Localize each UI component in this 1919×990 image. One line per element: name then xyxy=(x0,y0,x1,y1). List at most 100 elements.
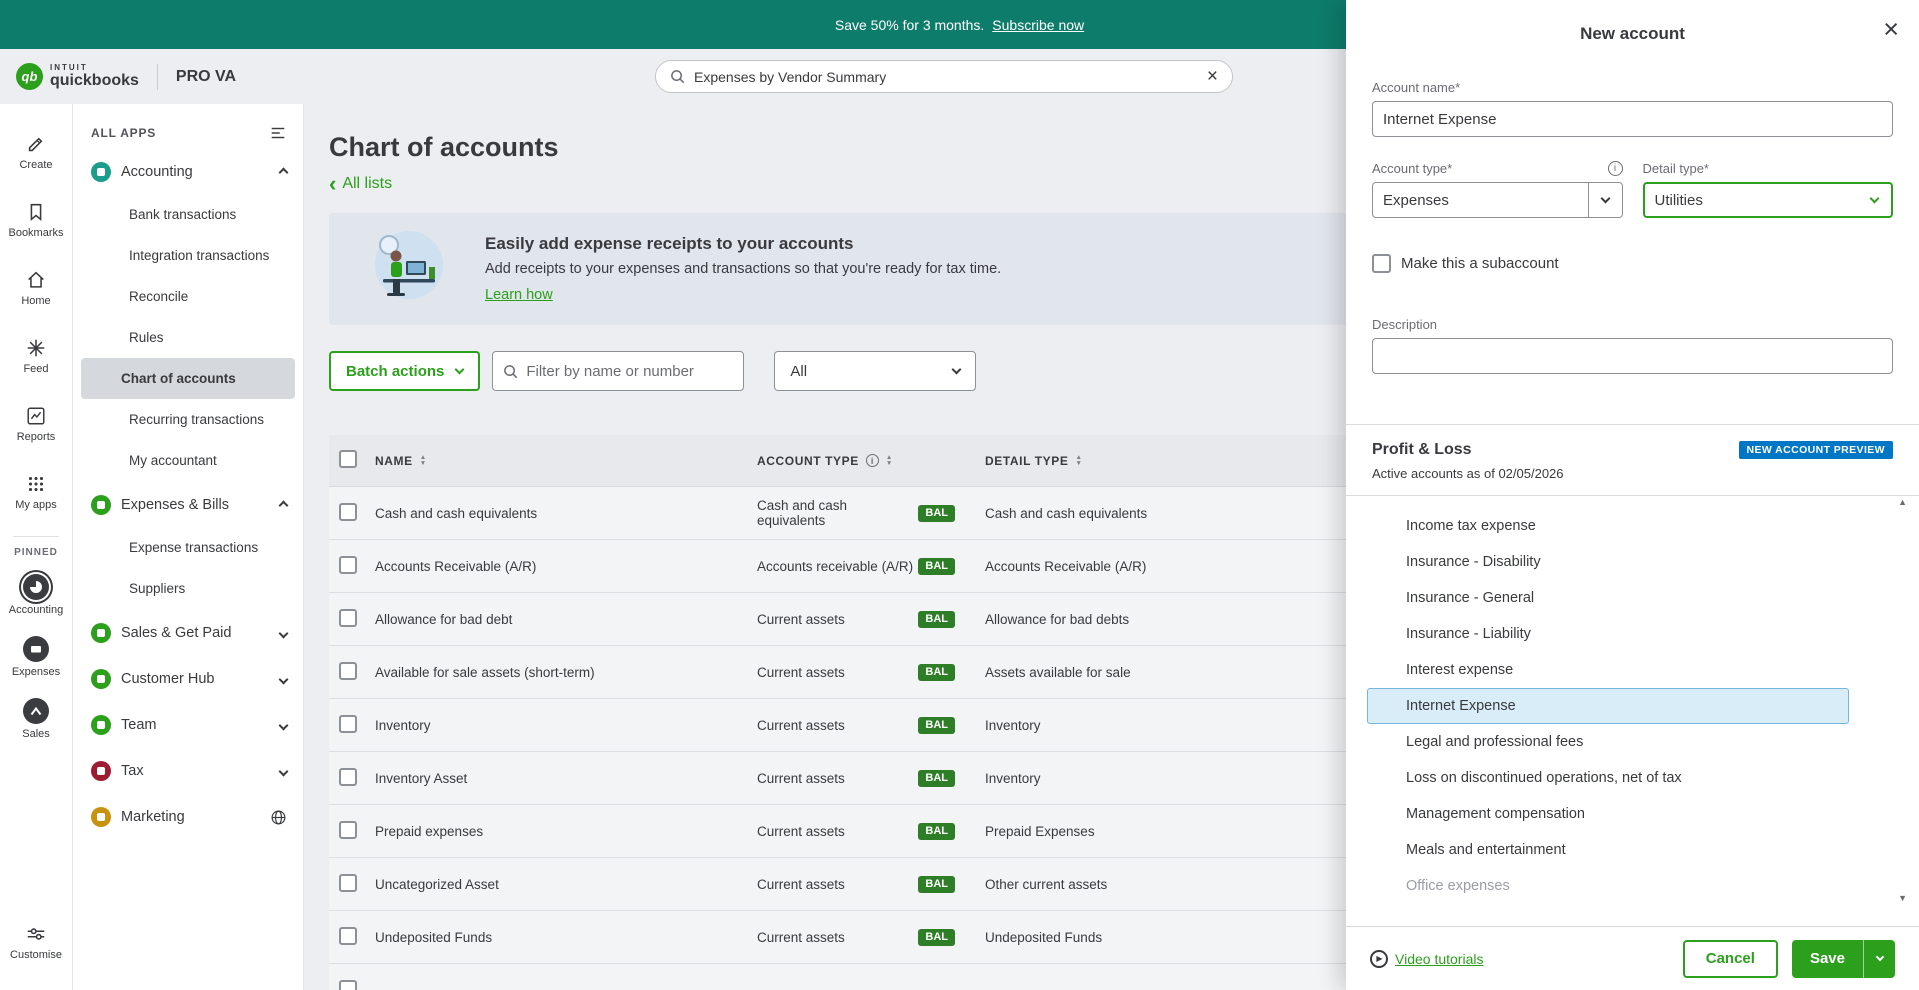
sidebar-item-rules[interactable]: Rules xyxy=(81,317,295,358)
description-input[interactable] xyxy=(1372,338,1893,374)
list-item[interactable]: Loss on discontinued operations, net of … xyxy=(1367,760,1849,796)
sidebar-item-integration-transactions[interactable]: Integration transactions xyxy=(81,235,295,276)
type-filter-select[interactable]: All xyxy=(774,351,977,391)
sidebar-item-reconcile[interactable]: Reconcile xyxy=(81,276,295,317)
clear-search-icon[interactable]: × xyxy=(1207,67,1218,86)
sidebar-group-label: Tax xyxy=(121,763,144,779)
list-item[interactable]: Insurance - Disability xyxy=(1367,544,1849,580)
row-checkbox[interactable] xyxy=(339,820,357,839)
pinned-item-accounting[interactable]: Accounting xyxy=(0,564,72,626)
row-checkbox[interactable] xyxy=(339,873,357,892)
select-all-checkbox[interactable] xyxy=(339,450,357,468)
sidebar-group-label: Marketing xyxy=(121,809,185,825)
list-item[interactable]: Income tax expense xyxy=(1367,508,1849,544)
row-checkbox[interactable] xyxy=(339,661,357,680)
save-dropdown-button[interactable] xyxy=(1863,939,1895,978)
list-item[interactable]: Meals and entertainment xyxy=(1367,832,1849,868)
account-type-select[interactable]: Expenses xyxy=(1372,182,1623,218)
chevron-down-icon xyxy=(951,364,962,375)
global-search[interactable]: × xyxy=(655,60,1233,93)
rail-item-my-apps[interactable]: My apps xyxy=(0,458,72,526)
list-item-selected[interactable]: Internet Expense xyxy=(1367,688,1849,724)
panel-scroll-down-icon[interactable]: ▼ xyxy=(1898,893,1907,903)
rail-item-label: Feed xyxy=(23,363,49,375)
tax-app-icon xyxy=(91,761,111,781)
sidebar-item-bank-transactions[interactable]: Bank transactions xyxy=(81,194,295,235)
back-chevron-icon: ‹ xyxy=(329,171,337,196)
filter-input[interactable] xyxy=(526,362,734,380)
learn-how-link[interactable]: Learn how xyxy=(485,287,553,303)
cancel-button[interactable]: Cancel xyxy=(1682,939,1778,978)
row-checkbox[interactable] xyxy=(339,767,357,786)
all-lists-link[interactable]: ‹ All lists xyxy=(329,171,392,196)
cell-name: Allowance for bad debt xyxy=(375,611,513,627)
rail-item-label: Bookmarks xyxy=(8,227,64,239)
panel-scroll-up-icon[interactable]: ▲ xyxy=(1898,497,1907,507)
close-icon[interactable]: × xyxy=(1883,16,1899,43)
cell-name: Prepaid expenses xyxy=(375,823,484,839)
info-icon[interactable]: i xyxy=(1607,161,1623,176)
pinned-item-label: Sales xyxy=(22,728,50,740)
video-tutorials-link[interactable]: ▶ Video tutorials xyxy=(1370,949,1483,968)
sidebar-group-customer-hub[interactable]: Customer Hub xyxy=(73,657,303,701)
rail-item-create[interactable]: Create xyxy=(0,118,72,186)
save-button[interactable]: Save xyxy=(1791,939,1863,978)
row-checkbox[interactable] xyxy=(339,608,357,627)
search-icon xyxy=(670,69,685,84)
rail-item-reports[interactable]: Reports xyxy=(0,390,72,458)
row-checkbox[interactable] xyxy=(339,555,357,574)
home-icon xyxy=(25,269,47,291)
sidebar-group-team[interactable]: Team xyxy=(73,703,303,747)
sidebar-item-chart-of-accounts[interactable]: Chart of accounts xyxy=(81,358,295,399)
rail-item-label: My apps xyxy=(15,499,57,511)
chevron-up-icon xyxy=(278,500,289,510)
filter-field[interactable] xyxy=(492,351,745,391)
sidebar-group-sales-get-paid[interactable]: Sales & Get Paid xyxy=(73,611,303,655)
rail-item-customise[interactable]: Customise xyxy=(0,908,72,976)
list-item[interactable]: Interest expense xyxy=(1367,652,1849,688)
column-header-account-type[interactable]: ACCOUNT TYPE xyxy=(757,454,859,468)
subaccount-checkbox[interactable] xyxy=(1372,254,1391,273)
sort-icon[interactable]: ▲ ▼ xyxy=(420,455,427,466)
cell-account-type: Current assets xyxy=(757,664,845,680)
sidebar-group-expenses-bills[interactable]: Expenses & Bills xyxy=(73,483,303,527)
account-name-input[interactable] xyxy=(1372,101,1893,137)
list-item[interactable]: Legal and professional fees xyxy=(1367,724,1849,760)
info-icon[interactable]: i xyxy=(865,454,879,467)
column-header-detail-type[interactable]: DETAIL TYPE xyxy=(985,454,1069,468)
rail-item-bookmarks[interactable]: Bookmarks xyxy=(0,186,72,254)
quickbooks-logo-icon[interactable]: qb xyxy=(16,63,43,90)
row-checkbox[interactable] xyxy=(339,502,357,521)
list-item[interactable]: Office expenses xyxy=(1367,868,1849,900)
new-account-preview-badge: NEW ACCOUNT PREVIEW xyxy=(1738,441,1893,459)
sidebar-group-marketing[interactable]: Marketing xyxy=(73,795,303,839)
row-checkbox[interactable] xyxy=(339,979,357,990)
sort-icon[interactable]: ▲ ▼ xyxy=(886,455,893,466)
cell-name: Undeposited Funds xyxy=(375,929,493,945)
sidebar-group-tax[interactable]: Tax xyxy=(73,749,303,793)
sidebar-item-my-accountant[interactable]: My accountant xyxy=(81,440,295,481)
pinned-item-expenses[interactable]: Expenses xyxy=(0,626,72,688)
list-item[interactable]: Insurance - Liability xyxy=(1367,616,1849,652)
subscribe-link[interactable]: Subscribe now xyxy=(992,17,1084,33)
customer-hub-app-icon xyxy=(91,669,111,689)
column-header-name[interactable]: NAME xyxy=(375,454,413,468)
collapse-sidebar-icon[interactable] xyxy=(269,124,287,142)
subaccount-label: Make this a subaccount xyxy=(1401,255,1559,272)
batch-actions-button[interactable]: Batch actions xyxy=(329,351,481,391)
sidebar-item-suppliers[interactable]: Suppliers xyxy=(81,568,295,609)
pinned-item-sales[interactable]: Sales xyxy=(0,688,72,750)
rail-item-home[interactable]: Home xyxy=(0,254,72,322)
detail-type-select[interactable]: Utilities xyxy=(1642,182,1893,218)
rail-item-feed[interactable]: Feed xyxy=(0,322,72,390)
list-item[interactable]: Insurance - General xyxy=(1367,580,1849,616)
sort-icon[interactable]: ▲ ▼ xyxy=(1076,455,1083,466)
sidebar-item-recurring-transactions[interactable]: Recurring transactions xyxy=(81,399,295,440)
row-checkbox[interactable] xyxy=(339,926,357,945)
sidebar-group-accounting[interactable]: Accounting xyxy=(73,150,303,194)
list-item[interactable]: Management compensation xyxy=(1367,796,1849,832)
rail-item-label: Customise xyxy=(10,949,62,961)
search-input[interactable] xyxy=(694,68,1198,85)
sidebar-item-expense-transactions[interactable]: Expense transactions xyxy=(81,527,295,568)
row-checkbox[interactable] xyxy=(339,714,357,733)
